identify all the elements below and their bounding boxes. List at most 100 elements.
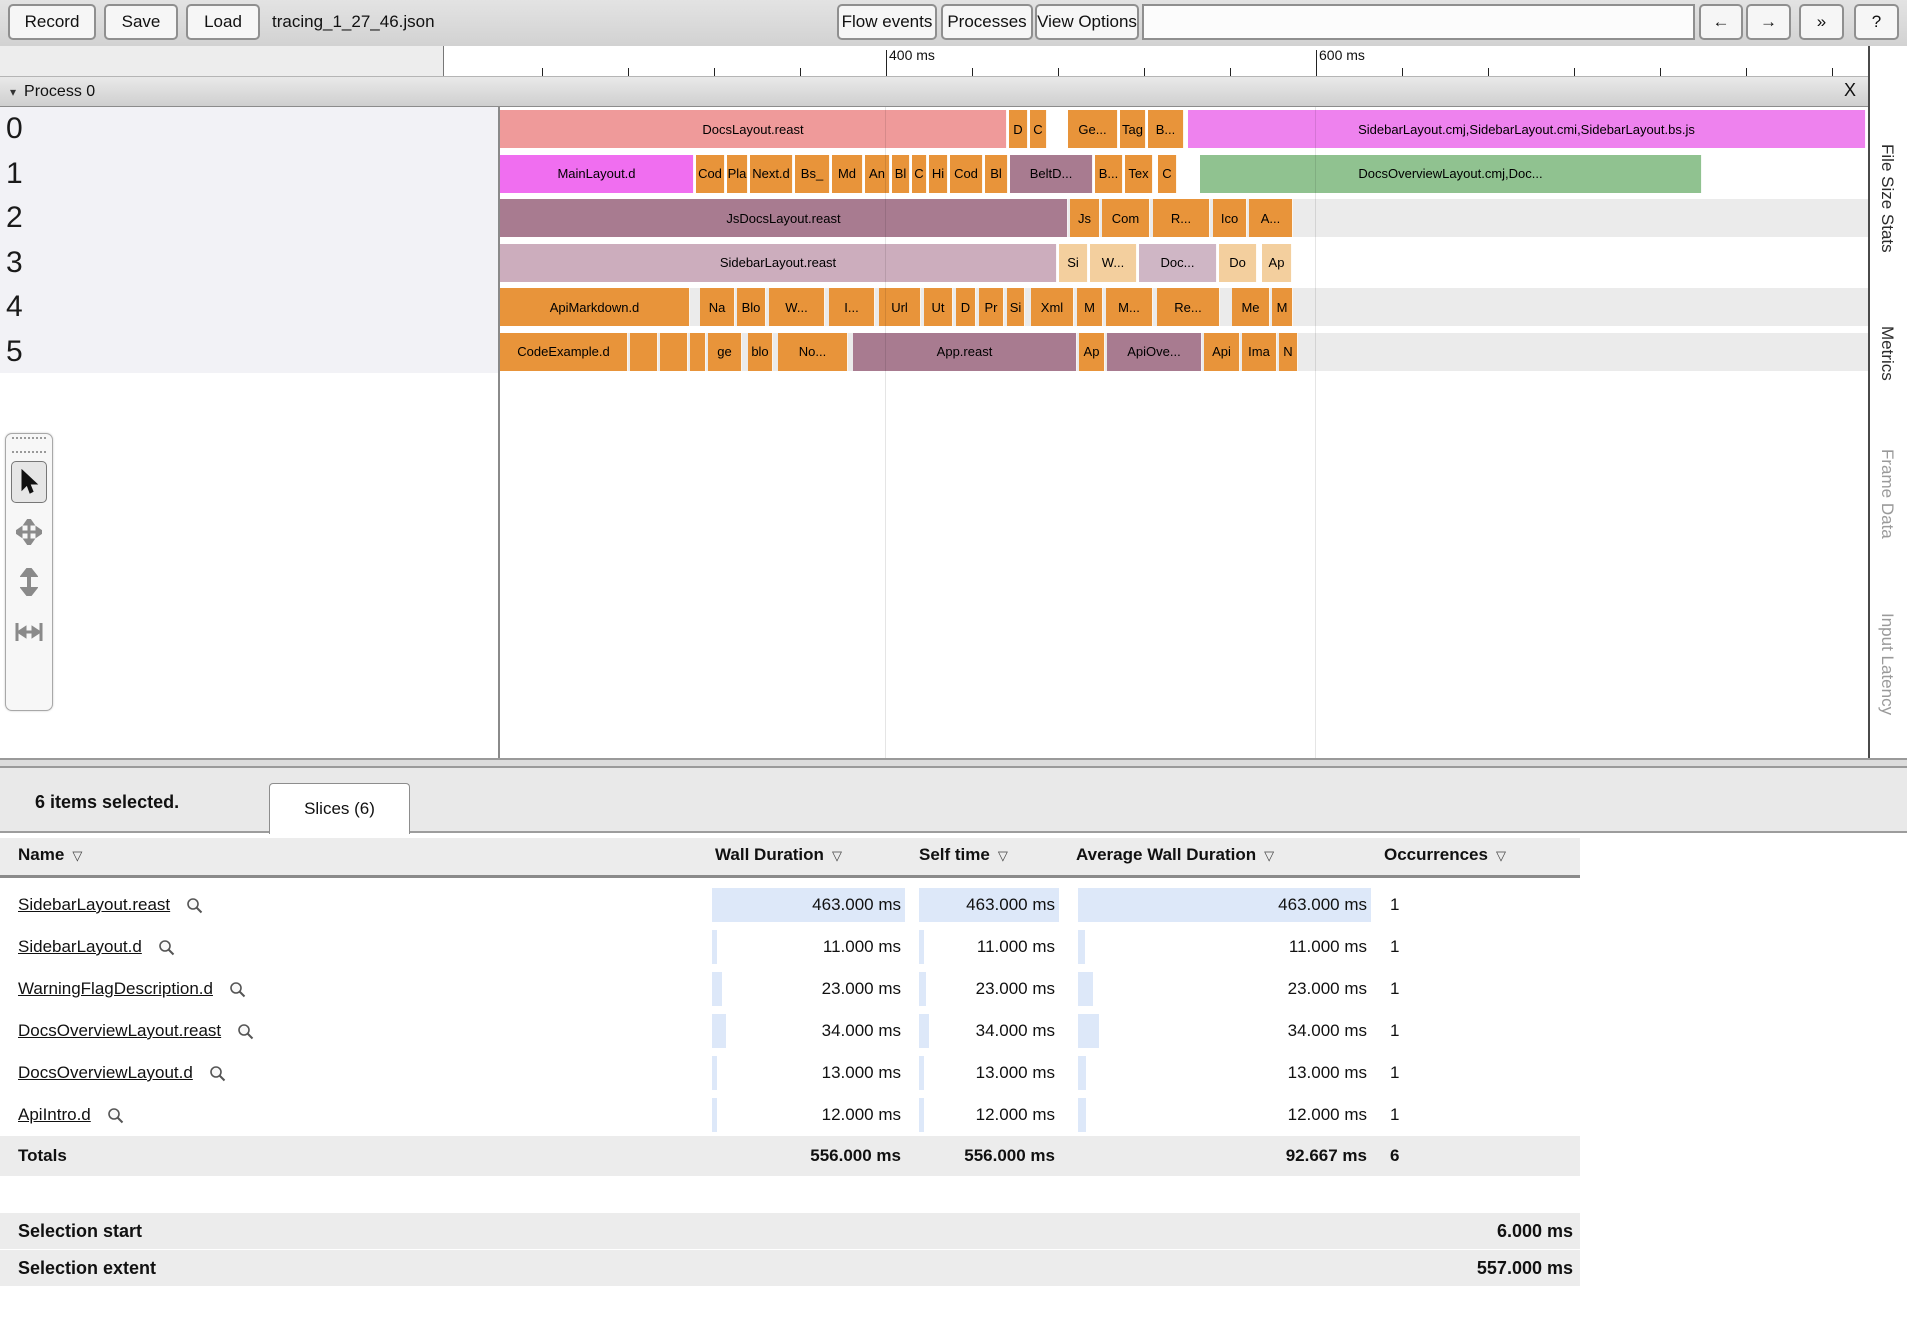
- trace-slice[interactable]: Re...: [1157, 288, 1220, 326]
- trace-slice[interactable]: Js: [1070, 199, 1100, 237]
- side-tab-metrics[interactable]: Metrics: [1877, 326, 1897, 381]
- track-lane[interactable]: DocsLayout.reast D C Ge... Tag B... SidebarLay…: [500, 110, 1868, 148]
- selection-tool-button[interactable]: [11, 461, 47, 503]
- trace-slice[interactable]: ApiOve...: [1107, 332, 1202, 371]
- sort-icon[interactable]: ▽: [998, 848, 1008, 863]
- find-next-button[interactable]: →: [1746, 4, 1791, 40]
- sort-icon[interactable]: ▽: [1496, 848, 1506, 863]
- trace-slice[interactable]: C: [912, 154, 927, 193]
- trace-slice[interactable]: DocsLayout.reast: [500, 110, 1007, 148]
- trace-slice[interactable]: W...: [769, 288, 825, 326]
- trace-slice[interactable]: Api: [1204, 332, 1240, 371]
- trace-slice[interactable]: Ge...: [1068, 110, 1118, 148]
- vertical-zoom-tool-button[interactable]: [11, 561, 47, 603]
- view-options-button[interactable]: View Options: [1035, 4, 1139, 40]
- pan-tool-button[interactable]: [11, 511, 47, 553]
- side-tab-frame-data[interactable]: Frame Data: [1877, 449, 1897, 539]
- trace-slice[interactable]: Do: [1219, 243, 1257, 282]
- trace-slice[interactable]: Ap: [1262, 243, 1292, 282]
- trace-slice[interactable]: blo: [748, 332, 773, 371]
- trace-slice[interactable]: Bs_: [795, 154, 830, 193]
- trace-slice[interactable]: MainLayout.d: [500, 154, 694, 193]
- magnifier-icon[interactable]: [107, 1107, 124, 1124]
- trace-slice[interactable]: Me: [1232, 288, 1270, 326]
- slice-name-link[interactable]: SidebarLayout.d: [18, 937, 142, 957]
- load-button[interactable]: Load: [186, 4, 260, 40]
- trace-slice[interactable]: An: [865, 154, 890, 193]
- slice-name-link[interactable]: SidebarLayout.reast: [18, 895, 170, 915]
- trace-slice[interactable]: Cod: [950, 154, 983, 193]
- trace-slice[interactable]: Tag: [1120, 110, 1146, 148]
- trace-slice[interactable]: C: [1030, 110, 1047, 148]
- trace-slice[interactable]: Doc...: [1139, 243, 1217, 282]
- column-header-name[interactable]: Name ▽: [18, 845, 82, 865]
- trace-slice[interactable]: M: [1272, 288, 1293, 326]
- timeline-track-area[interactable]: 0 DocsLayout.reast D C Ge... Tag B... SidebarLa…: [0, 107, 1868, 758]
- column-header-wall-duration[interactable]: Wall Duration ▽: [715, 845, 842, 865]
- column-header-occurrences[interactable]: Occurrences ▽: [1384, 845, 1506, 865]
- trace-slice[interactable]: JsDocsLayout.reast: [500, 199, 1068, 237]
- trace-slice[interactable]: Xml: [1031, 288, 1074, 326]
- trace-slice[interactable]: W...: [1090, 243, 1137, 282]
- collapse-triangle-icon[interactable]: ▾: [10, 85, 16, 99]
- column-header-self-time[interactable]: Self time ▽: [919, 845, 1008, 865]
- side-tab-file-size-stats[interactable]: File Size Stats: [1877, 144, 1897, 253]
- track-lane[interactable]: ApiMarkdown.d Na Blo W... I... Url Ut D Pr Si Xml M…: [500, 288, 1868, 326]
- trace-slice[interactable]: A...: [1249, 199, 1293, 237]
- trace-slice[interactable]: I...: [829, 288, 875, 326]
- trace-slice[interactable]: Bl: [892, 154, 910, 193]
- trace-slice[interactable]: Blo: [737, 288, 766, 326]
- help-button[interactable]: ?: [1854, 4, 1899, 40]
- trace-slice[interactable]: Md: [832, 154, 863, 193]
- trace-slice[interactable]: Si: [1007, 288, 1025, 326]
- track-lane[interactable]: JsDocsLayout.reast Js Com R... Ico A...: [500, 199, 1868, 237]
- trace-slice[interactable]: C: [1158, 154, 1177, 193]
- trace-slice[interactable]: D: [956, 288, 976, 326]
- track-lane[interactable]: SidebarLayout.reast Si W... Doc... Do Ap: [500, 243, 1868, 282]
- trace-slice[interactable]: Com: [1102, 199, 1150, 237]
- trace-slice[interactable]: App.reast: [853, 332, 1077, 371]
- magnifier-icon[interactable]: [186, 897, 203, 914]
- trace-slice[interactable]: D: [1009, 110, 1028, 148]
- magnifier-icon[interactable]: [158, 939, 175, 956]
- trace-slice[interactable]: SidebarLayout.cmj,SidebarLayout.cmi,Side…: [1188, 110, 1866, 148]
- track-lane[interactable]: MainLayout.d Cod Pla Next.d Bs_ Md An Bl C Hi Cod B…: [500, 154, 1868, 193]
- slice-name-link[interactable]: WarningFlagDescription.d: [18, 979, 213, 999]
- slices-tab[interactable]: Slices (6): [269, 783, 410, 834]
- slice-name-link[interactable]: ApiIntro.d: [18, 1105, 91, 1125]
- trace-slice[interactable]: Si: [1059, 243, 1088, 282]
- trace-slice[interactable]: Next.d: [750, 154, 793, 193]
- more-options-button[interactable]: »: [1799, 4, 1844, 40]
- close-icon[interactable]: X: [1844, 80, 1856, 101]
- trace-slice[interactable]: Tex: [1125, 154, 1153, 193]
- trace-slice[interactable]: Pr: [979, 288, 1004, 326]
- sort-icon[interactable]: ▽: [832, 848, 842, 863]
- magnifier-icon[interactable]: [229, 981, 246, 998]
- trace-slice[interactable]: Ico: [1213, 199, 1247, 237]
- process-header[interactable]: ▾ Process 0 X: [0, 76, 1868, 107]
- trace-slice[interactable]: R...: [1153, 199, 1210, 237]
- track-lane[interactable]: CodeExample.d ge blo No... App.reast Ap ApiOve…: [500, 332, 1868, 371]
- trace-slice[interactable]: ge: [708, 332, 742, 371]
- trace-slice[interactable]: ApiMarkdown.d: [500, 288, 690, 326]
- trace-slice[interactable]: B...: [1148, 110, 1184, 148]
- trace-slice[interactable]: [630, 332, 658, 371]
- trace-slice[interactable]: Hi: [929, 154, 948, 193]
- trace-slice[interactable]: SidebarLayout.reast: [500, 243, 1057, 282]
- trace-slice[interactable]: N: [1279, 332, 1298, 371]
- trace-slice[interactable]: Ut: [924, 288, 953, 326]
- magnifier-icon[interactable]: [209, 1065, 226, 1082]
- trace-slice[interactable]: Cod: [696, 154, 725, 193]
- sort-icon[interactable]: ▽: [1264, 848, 1274, 863]
- trace-slice[interactable]: M...: [1106, 288, 1153, 326]
- timing-select-tool-button[interactable]: [11, 611, 47, 653]
- toolbox-drag-handle[interactable]: [12, 437, 46, 453]
- flow-events-button[interactable]: Flow events: [837, 4, 937, 40]
- column-header-average-wall-duration[interactable]: Average Wall Duration ▽: [1076, 845, 1274, 865]
- trace-slice[interactable]: [660, 332, 688, 371]
- slice-name-link[interactable]: DocsOverviewLayout.d: [18, 1063, 193, 1083]
- trace-slice[interactable]: No...: [778, 332, 848, 371]
- trace-slice[interactable]: Ap: [1079, 332, 1105, 371]
- search-input[interactable]: [1142, 4, 1695, 40]
- trace-slice[interactable]: Bl: [985, 154, 1008, 193]
